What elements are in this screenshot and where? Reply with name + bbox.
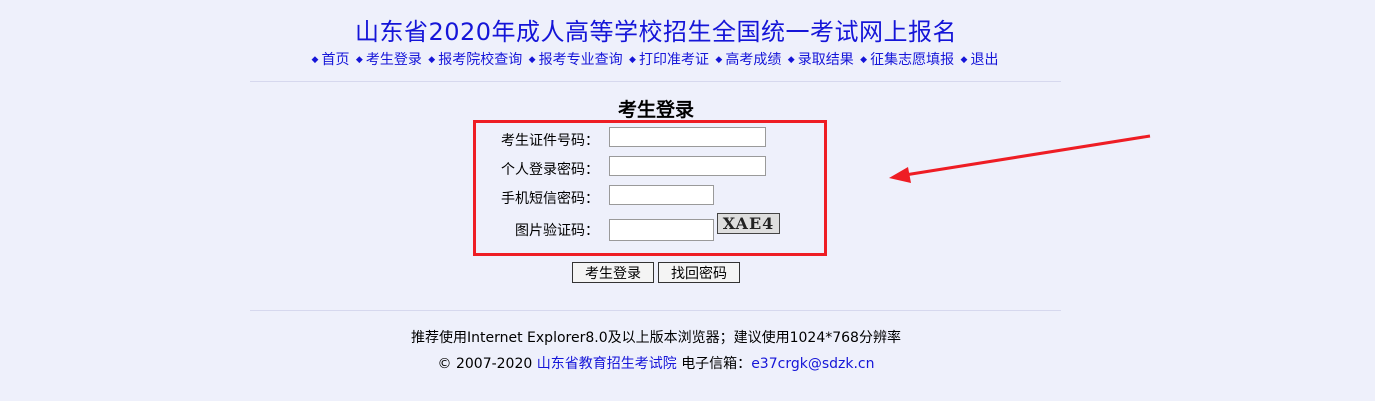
red-arrow-icon bbox=[889, 134, 1151, 183]
